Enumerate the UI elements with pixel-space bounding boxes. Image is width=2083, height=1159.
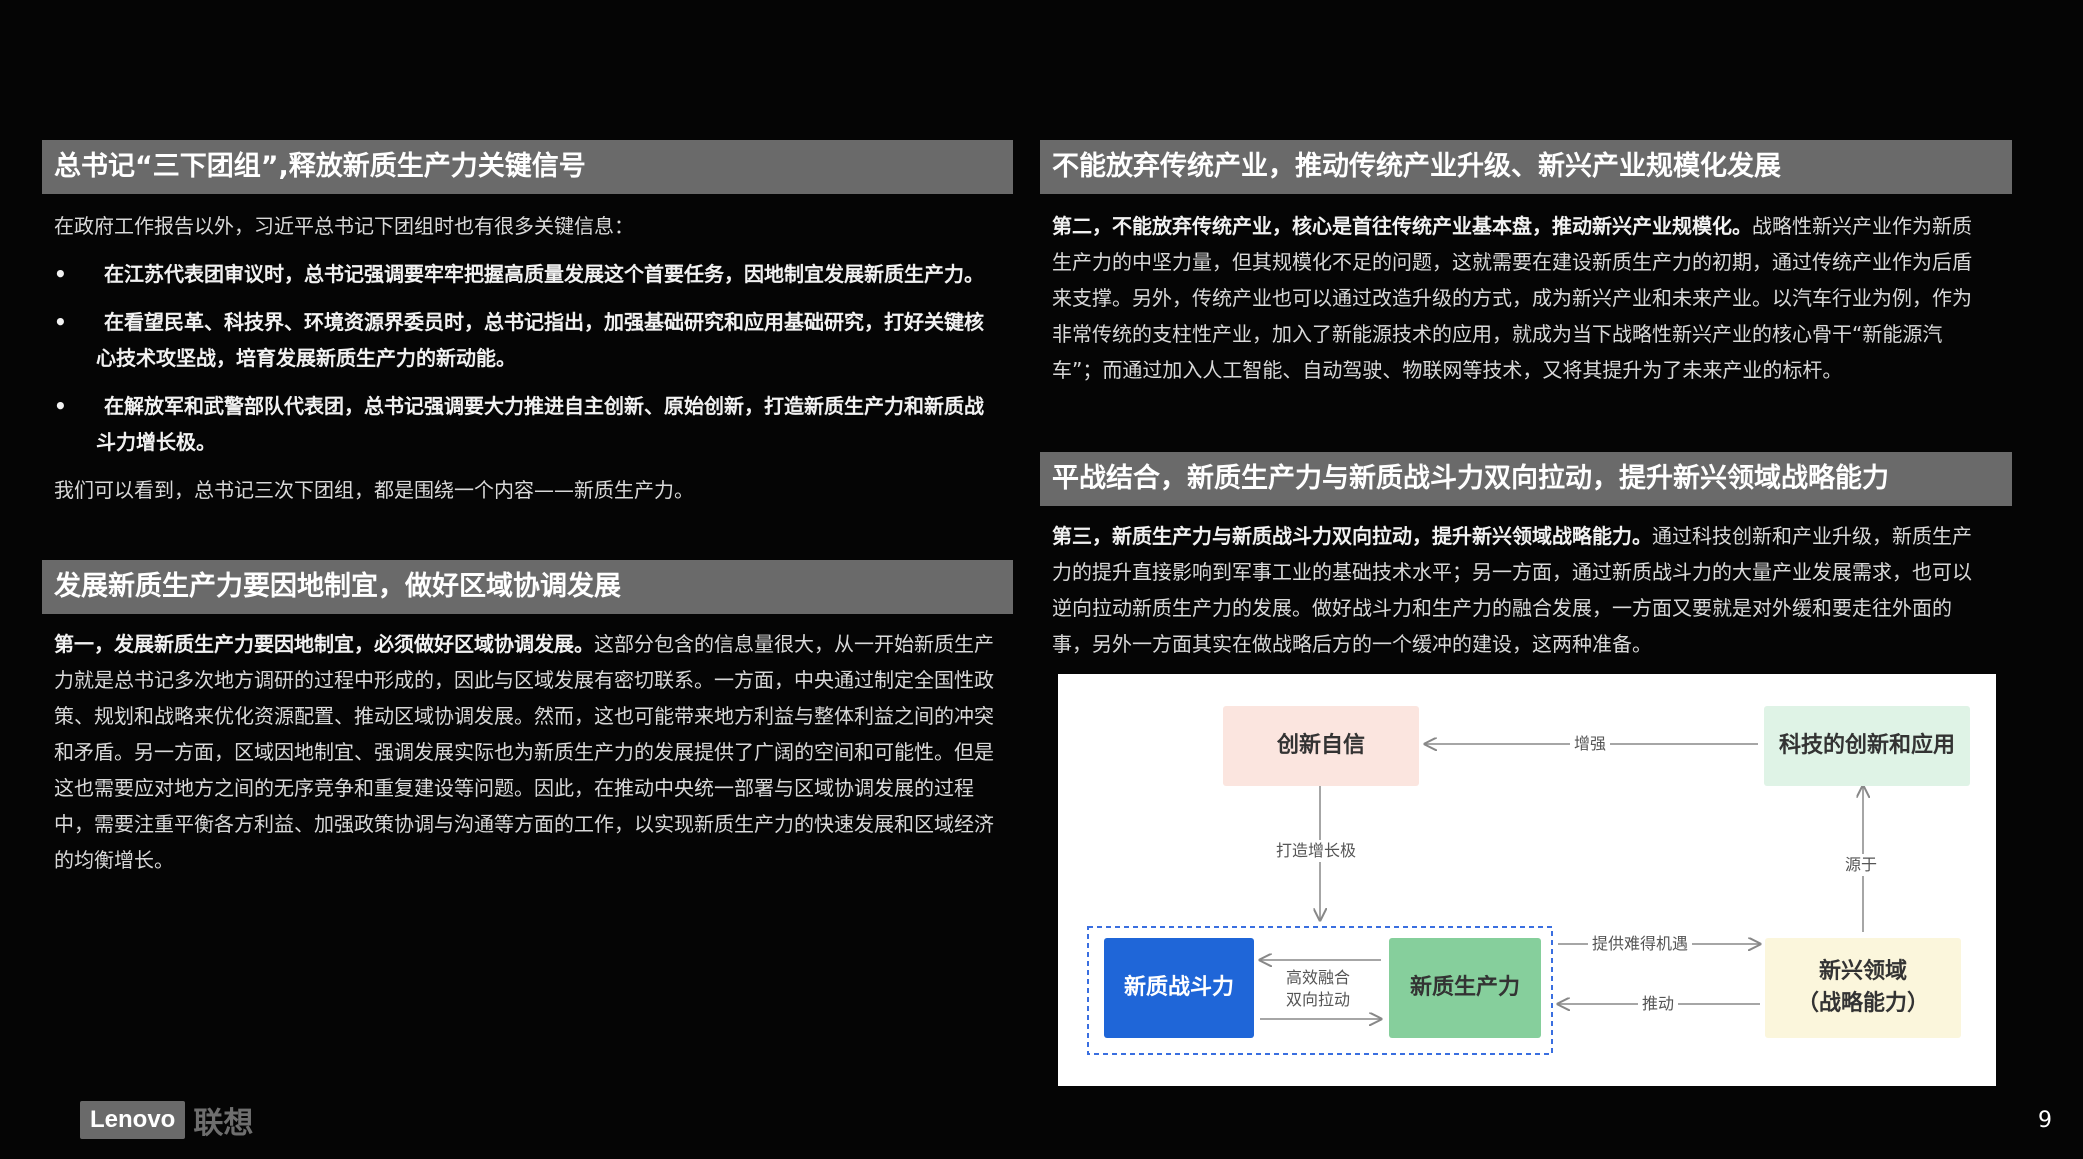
bullet-item: • 在看望民革、科技界、环境资源界委员时，总书记指出，加强基础研究和应用基础研究… — [54, 304, 999, 376]
label-drive: 推动 — [1638, 993, 1679, 1015]
node-innovation-confidence: 创新自信 — [1223, 706, 1419, 786]
traditional-industry-paragraph: 第二，不能放弃传统产业，核心是首往传统产业基本盘，推动新兴产业规模化。战略性新兴… — [1052, 208, 1984, 388]
label-enhance: 增强 — [1570, 733, 1611, 755]
peace-war-lead: 第三，新质生产力与新质战斗力双向拉动，提升新兴领域战略能力。 — [1052, 524, 1652, 548]
label-fusion: 高效融合 双向拉动 — [1282, 967, 1354, 1011]
node-tech-innovation: 科技的创新和应用 — [1764, 706, 1970, 786]
label-bidirectional: 双向拉动 — [1286, 990, 1351, 1009]
label-efficient-fusion: 高效融合 — [1286, 968, 1351, 987]
label-build-growth: 打造增长极 — [1272, 840, 1361, 862]
traditional-industry-body: 战略性新兴产业作为新质生产力的中坚力量，但其规模化不足的问题，这就需要在建设新质… — [1052, 214, 1972, 382]
bullet-dot-icon: • — [54, 394, 67, 418]
node-emerging-field: 新兴领域 （战略能力） — [1765, 938, 1961, 1038]
panel-title-peace-war: 平战结合，新质生产力与新质战斗力双向拉动，提升新兴领域战略能力 — [1040, 452, 2012, 506]
peace-war-content: 第三，新质生产力与新质战斗力双向拉动，提升新兴领域战略能力。通过科技创新和产业升… — [1052, 518, 1984, 662]
productivity-relationship-diagram: 创新自信 科技的创新和应用 新质战斗力 新质生产力 新兴领域 （战略能力） 增强… — [1058, 674, 1996, 1086]
panel-title-regional: 发展新质生产力要因地制宜，做好区域协调发展 — [42, 560, 1013, 614]
regional-paragraph: 第一，发展新质生产力要因地制宜，必须做好区域协调发展。这部分包含的信息量很大，从… — [54, 626, 999, 878]
panel-title-traditional-industry: 不能放弃传统产业，推动传统产业升级、新兴产业规模化发展 — [1040, 140, 2012, 194]
bullet-item: • 在解放军和武警部队代表团，总书记强调要大力推进自主创新、原始创新，打造新质生… — [54, 388, 999, 460]
bullet-text: 在解放军和武警部队代表团，总书记强调要大力推进自主创新、原始创新，打造新质生产力… — [96, 394, 984, 454]
peace-war-paragraph: 第三，新质生产力与新质战斗力双向拉动，提升新兴领域战略能力。通过科技创新和产业升… — [1052, 518, 1984, 662]
traditional-industry-lead: 第二，不能放弃传统产业，核心是首往传统产业基本盘，推动新兴产业规模化。 — [1052, 214, 1752, 238]
bullet-text: 在看望民革、科技界、环境资源界委员时，总书记指出，加强基础研究和应用基础研究，打… — [96, 310, 984, 370]
bullet-item: • 在江苏代表团审议时，总书记强调要牢牢把握高质量发展这个首要任务，因地制宜发展… — [54, 256, 999, 292]
bullet-dot-icon: • — [54, 262, 67, 286]
node-new-productivity: 新质生产力 — [1389, 938, 1541, 1038]
node-new-combat: 新质战斗力 — [1104, 938, 1254, 1038]
panel-title-three-visits: 总书记“三下团组”,释放新质生产力关键信号 — [42, 140, 1013, 194]
logo-chinese: 联想 — [193, 1106, 254, 1141]
bullet-text: 在江苏代表团审议时，总书记强调要牢牢把握高质量发展这个首要任务，因地制宜发展新质… — [104, 262, 984, 286]
bullet-dot-icon: • — [54, 310, 67, 334]
lenovo-logo: Lenovo 联想 — [80, 1098, 253, 1142]
traditional-industry-content: 第二，不能放弃传统产业，核心是首往传统产业基本盘，推动新兴产业规模化。战略性新兴… — [1052, 208, 1984, 388]
emerging-line2: （战略能力） — [1796, 991, 1929, 1016]
conclusion-text: 我们可以看到，总书记三次下团组，都是围绕一个内容——新质生产力。 — [54, 478, 694, 502]
three-visits-content: 在政府工作报告以外，习近平总书记下团组时也有很多关键信息： • 在江苏代表团审议… — [54, 208, 999, 508]
label-provide-opportunity: 提供难得机遇 — [1588, 933, 1693, 955]
page-number: 9 — [2038, 1108, 2052, 1133]
regional-body: 这部分包含的信息量很大，从一开始新质生产力就是总书记多次地方调研的过程中形成的，… — [54, 632, 994, 872]
emerging-line1: 新兴领域 — [1818, 959, 1907, 984]
label-source: 源于 — [1841, 854, 1882, 876]
logo-wordmark: Lenovo — [80, 1101, 186, 1139]
intro-text: 在政府工作报告以外，习近平总书记下团组时也有很多关键信息： — [54, 214, 634, 238]
regional-lead: 第一，发展新质生产力要因地制宜，必须做好区域协调发展。 — [54, 632, 594, 656]
regional-content: 第一，发展新质生产力要因地制宜，必须做好区域协调发展。这部分包含的信息量很大，从… — [54, 626, 999, 878]
